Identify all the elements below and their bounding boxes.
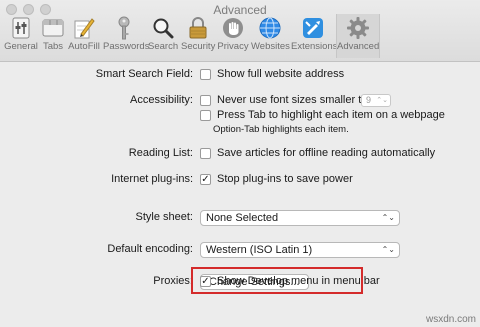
checkmark-icon[interactable]: ✓ bbox=[200, 275, 211, 287]
tab-security[interactable]: Security bbox=[181, 14, 216, 58]
show-develop-text: Show Develop menu in menu bar bbox=[217, 275, 380, 287]
style-sheet-label: Style sheet: bbox=[135, 211, 193, 223]
tab-autofill[interactable]: AutoFill bbox=[68, 14, 100, 58]
tab-extensions-label: Extensions bbox=[291, 41, 338, 52]
min-font-size-text: Never use font sizes smaller than bbox=[217, 94, 380, 106]
tabs-icon bbox=[41, 16, 65, 40]
websites-icon bbox=[258, 16, 282, 40]
save-offline-text: Save articles for offline reading automa… bbox=[217, 147, 436, 159]
autofill-icon bbox=[72, 16, 96, 40]
accessibility-label: Accessibility: bbox=[130, 94, 193, 106]
tab-advanced-label: Advanced bbox=[337, 41, 380, 52]
smart-search-label: Smart Search Field: bbox=[95, 68, 193, 80]
extensions-icon bbox=[301, 16, 325, 40]
checkbox-box[interactable] bbox=[200, 94, 211, 106]
chevron-updown-icon: ⌃⌄ bbox=[376, 97, 388, 104]
tab-security-label: Security bbox=[181, 41, 216, 52]
press-tab-text: Press Tab to highlight each item on a we… bbox=[217, 109, 445, 121]
tab-search[interactable]: Search bbox=[148, 14, 178, 58]
tab-tabs-label: Tabs bbox=[42, 41, 64, 52]
tab-general-label: General bbox=[4, 41, 38, 52]
tab-privacy[interactable]: Privacy bbox=[217, 14, 249, 58]
tab-websites-label: Websites bbox=[251, 41, 290, 52]
plugins-label: Internet plug-ins: bbox=[111, 173, 193, 185]
press-tab-checkbox[interactable]: Press Tab to highlight each item on a we… bbox=[200, 109, 445, 121]
checkbox-box[interactable] bbox=[200, 68, 211, 80]
save-offline-checkbox[interactable]: Save articles for offline reading automa… bbox=[200, 147, 435, 159]
min-font-size-checkbox[interactable]: Never use font sizes smaller than bbox=[200, 94, 380, 106]
chevron-updown-icon: ⌃⌄ bbox=[381, 213, 395, 222]
proxies-label: Proxies: bbox=[153, 275, 193, 287]
checkbox-box[interactable] bbox=[200, 109, 211, 121]
tab-passwords[interactable]: Passwords bbox=[103, 14, 150, 58]
tab-passwords-label: Passwords bbox=[103, 41, 150, 52]
privacy-icon bbox=[221, 16, 245, 40]
option-tab-hint: Option-Tab highlights each item. bbox=[213, 124, 349, 135]
stop-plugins-text: Stop plug-ins to save power bbox=[217, 173, 353, 185]
encoding-popup[interactable]: Western (ISO Latin 1) ⌃⌄ bbox=[200, 242, 400, 258]
checkmark-icon[interactable]: ✓ bbox=[200, 173, 211, 185]
advanced-icon bbox=[346, 16, 370, 40]
tab-advanced[interactable]: Advanced bbox=[336, 14, 380, 58]
stop-plugins-checkbox[interactable]: ✓ Stop plug-ins to save power bbox=[200, 173, 353, 185]
encoding-label: Default encoding: bbox=[107, 243, 193, 255]
checkbox-box[interactable] bbox=[200, 147, 211, 159]
tab-autofill-label: AutoFill bbox=[68, 41, 100, 52]
tab-websites[interactable]: Websites bbox=[251, 14, 290, 58]
tab-general[interactable]: General bbox=[4, 14, 38, 58]
title-bar: Advanced General Tabs AutoFill Passwords… bbox=[0, 0, 480, 62]
style-sheet-value: None Selected bbox=[206, 212, 279, 224]
tab-privacy-label: Privacy bbox=[217, 41, 249, 52]
font-size-popup[interactable]: 9 ⌃⌄ bbox=[361, 94, 391, 107]
tab-extensions[interactable]: Extensions bbox=[291, 14, 338, 58]
encoding-value: Western (ISO Latin 1) bbox=[206, 244, 313, 256]
show-full-address-text: Show full website address bbox=[217, 68, 345, 80]
chevron-updown-icon: ⌃⌄ bbox=[381, 245, 395, 254]
general-icon bbox=[9, 16, 33, 40]
show-full-address-checkbox[interactable]: Show full website address bbox=[200, 68, 344, 80]
style-sheet-popup[interactable]: None Selected ⌃⌄ bbox=[200, 210, 400, 226]
security-icon bbox=[186, 16, 210, 40]
passwords-icon bbox=[112, 16, 136, 40]
font-size-value: 9 bbox=[366, 95, 372, 105]
tab-tabs[interactable]: Tabs bbox=[40, 14, 66, 58]
show-develop-checkbox[interactable]: ✓ Show Develop menu in menu bar bbox=[200, 275, 380, 287]
advanced-pane: Smart Search Field: Show full website ad… bbox=[0, 63, 480, 327]
watermark: wsxdn.com bbox=[425, 314, 476, 325]
tab-search-label: Search bbox=[148, 41, 179, 52]
reading-list-label: Reading List: bbox=[128, 147, 193, 159]
search-icon bbox=[151, 16, 175, 40]
